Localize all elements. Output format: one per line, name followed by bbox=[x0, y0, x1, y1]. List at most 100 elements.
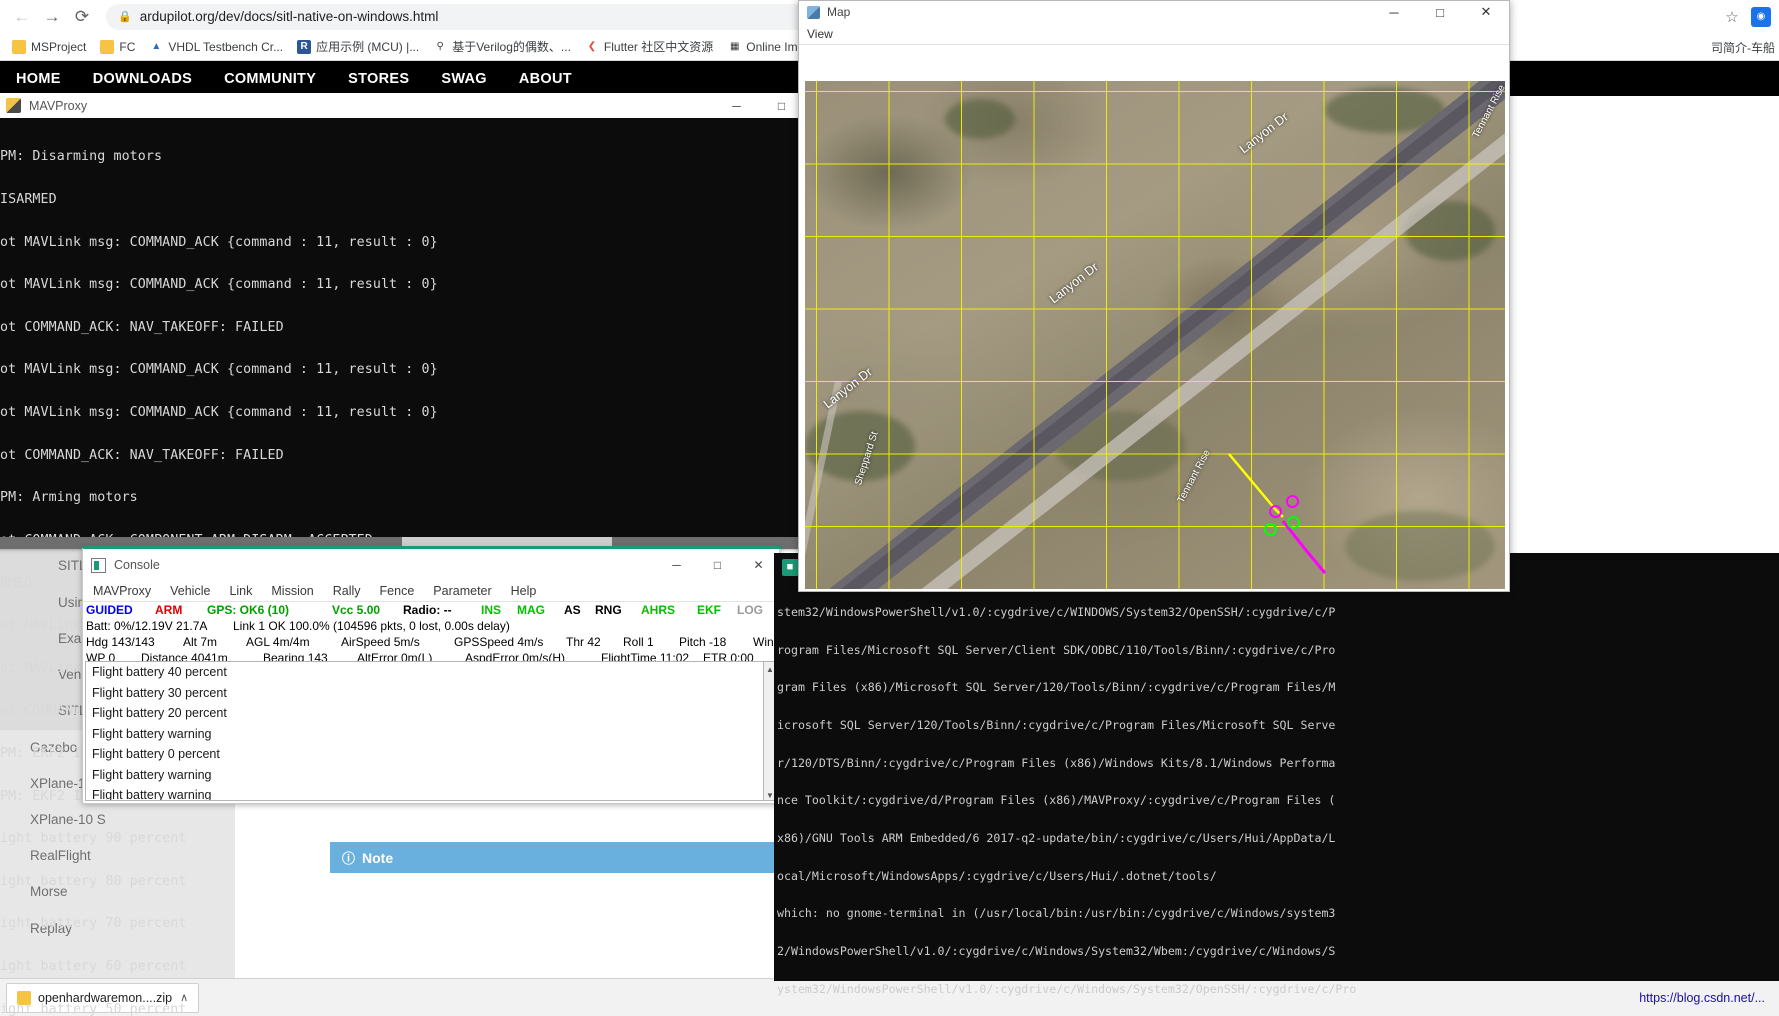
list-item: Flight battery 30 percent bbox=[92, 685, 227, 700]
menu-parameter[interactable]: Parameter bbox=[433, 584, 491, 598]
bookmark-overflow-label[interactable]: 司简介-车船 bbox=[1711, 33, 1779, 61]
terminal-line: r/120/DTS/Binn/:cygdrive/c/Program Files… bbox=[777, 755, 1336, 770]
reload-icon[interactable]: ⟳ bbox=[68, 3, 96, 31]
bookmark-item[interactable]: R 应用示例 (MCU) |... bbox=[291, 35, 425, 59]
console-status-row-1: GUIDED ARM GPS: OK6 (10) Vcc 5.00 Radio:… bbox=[83, 602, 891, 618]
status-mode: GUIDED bbox=[86, 603, 133, 617]
status-vcc: Vcc 5.00 bbox=[332, 603, 381, 617]
terminal-line: ight battery 60 percent bbox=[0, 958, 187, 974]
status-thr: Thr 42 bbox=[566, 635, 601, 649]
status-mag: MAG bbox=[517, 603, 545, 617]
menu-rally[interactable]: Rally bbox=[333, 584, 361, 598]
terminal-line: ocal/Microsoft/WindowsApps/:cygdrive/c/U… bbox=[777, 868, 1217, 883]
map-waypoint[interactable] bbox=[1286, 495, 1299, 508]
map-waypoint[interactable] bbox=[1264, 523, 1277, 536]
map-title-bar[interactable]: Map ─ □ ✕ bbox=[799, 1, 1509, 23]
bookmark-label: 基于Verilog的偶数、... bbox=[452, 40, 571, 54]
bookmark-label: FC bbox=[119, 39, 136, 54]
map-canvas[interactable]: Lanyon Dr Lanyon Dr Lanyon Dr Sheppard S… bbox=[805, 81, 1505, 589]
list-item: Flight battery 20 percent bbox=[92, 706, 227, 720]
menu-vehicle[interactable]: Vehicle bbox=[170, 584, 210, 598]
bookmark-item[interactable]: ▲ VHDL Testbench Cr... bbox=[143, 35, 289, 59]
map-menu-bar: View bbox=[799, 23, 1509, 45]
quill-icon: ⚲ bbox=[436, 41, 444, 52]
nav-community[interactable]: COMMUNITY bbox=[208, 71, 332, 87]
grid-icon: ▦ bbox=[730, 41, 739, 52]
nav-swag[interactable]: SWAG bbox=[425, 71, 503, 87]
menu-view[interactable]: View bbox=[807, 27, 833, 41]
mavproxy-terminal-window[interactable]: MAVProxy ─ □ PM: Disarming motors ISARME… bbox=[0, 93, 804, 1016]
list-item: Flight battery 40 percent bbox=[92, 665, 227, 679]
maximize-icon[interactable]: □ bbox=[1417, 1, 1463, 23]
menu-link[interactable]: Link bbox=[229, 584, 252, 598]
close-icon[interactable]: ✕ bbox=[738, 549, 779, 581]
terminal-line: ot COMMAND_ACK: NAV_TAKEOFF: FAILED bbox=[0, 319, 284, 335]
extension-icon[interactable]: ◉ bbox=[1751, 6, 1771, 27]
terminal-line: 2/WindowsPowerShell/v1.0/:cygdrive/c/Win… bbox=[777, 943, 1336, 958]
menu-mission[interactable]: Mission bbox=[271, 584, 313, 598]
terminal-line: ot MAVLink msg: COMMAND_ACK {command : 1… bbox=[0, 405, 438, 421]
nav-stores[interactable]: STORES bbox=[332, 71, 425, 87]
nav-home[interactable]: HOME bbox=[0, 71, 77, 87]
console-accent-bar bbox=[83, 546, 781, 549]
console-status-row-2: Batt: 0%/12.19V 21.7A Link 1 OK 100.0% (… bbox=[83, 618, 779, 634]
terminal-line: gram Files (x86)/Microsoft SQL Server/12… bbox=[777, 680, 1336, 695]
nav-about[interactable]: ABOUT bbox=[503, 71, 588, 87]
bookmark-label: MSProject bbox=[31, 39, 87, 54]
status-ahrs: AHRS bbox=[641, 603, 676, 617]
status-gps: GPS: OK6 (10) bbox=[207, 603, 290, 617]
r-square-icon: R bbox=[297, 39, 312, 54]
status-agl: AGL 4m/4m bbox=[246, 635, 310, 649]
map-icon bbox=[807, 5, 820, 19]
terminal-line: ot MAVLink msg: COMMAND_ACK {command : 1… bbox=[0, 277, 438, 293]
terminal-line: ot COMMAND_ACK: NAV_TAKEOFF: FAILED bbox=[0, 447, 284, 463]
bookmark-label: Flutter 社区中文资源 bbox=[603, 40, 714, 54]
status-as: AS bbox=[564, 603, 581, 617]
bookmark-item[interactable]: ⚲ 基于Verilog的偶数、... bbox=[427, 35, 577, 59]
menu-mavproxy[interactable]: MAVProxy bbox=[93, 584, 151, 598]
mavproxy-title-bar[interactable]: MAVProxy ─ □ bbox=[0, 93, 804, 118]
terminal-line: ISARMED bbox=[0, 192, 57, 208]
mavproxy-window-controls: ─ □ bbox=[714, 93, 804, 118]
mavproxy-console-window[interactable]: Console ─ □ ✕ MAVProxy Vehicle Link Miss… bbox=[82, 546, 891, 804]
bookmark-label: 应用示例 (MCU) |... bbox=[316, 40, 420, 54]
forward-icon[interactable]: → bbox=[38, 3, 66, 31]
terminal-line: ystem32/WindowsPowerShell/v1.0/:cygdrive… bbox=[777, 981, 1357, 996]
nav-downloads[interactable]: DOWNLOADS bbox=[77, 71, 208, 87]
minimize-icon[interactable]: ─ bbox=[656, 549, 697, 581]
minimize-icon[interactable]: ─ bbox=[714, 93, 759, 118]
terminal-line: x86)/GNU Tools ARM Embedded/6 2017-q2-up… bbox=[777, 830, 1336, 845]
terminal-line: ot MAVLink msg: COMMAND_ACK {command : 1… bbox=[0, 234, 438, 250]
terminal-line: ight battery 70 percent bbox=[0, 916, 187, 932]
cygwin-terminal-icon: ■ bbox=[781, 558, 799, 576]
menu-fence[interactable]: Fence bbox=[380, 584, 415, 598]
map-waypoint[interactable] bbox=[1287, 516, 1300, 529]
mavproxy-title: MAVProxy bbox=[29, 98, 88, 113]
back-icon[interactable]: ← bbox=[8, 3, 36, 31]
terminal-line: ight battery 80 percent bbox=[0, 873, 187, 889]
status-alt: Alt 7m bbox=[183, 635, 218, 649]
bookmark-star-icon[interactable]: ☆ bbox=[1719, 4, 1745, 30]
status-gpsspeed: GPSSpeed 4m/s bbox=[454, 635, 544, 649]
map-window[interactable]: Map ─ □ ✕ View Lanyon Dr Lanyon Dr Lanyo… bbox=[798, 0, 1510, 592]
status-batt: Batt: 0%/12.19V 21.7A bbox=[86, 619, 208, 633]
cygwin-output: stem32/WindowsPowerShell/v1.0/:cygdrive/… bbox=[774, 553, 1779, 1016]
minimize-icon[interactable]: ─ bbox=[1371, 1, 1417, 23]
track-magenta bbox=[1281, 520, 1327, 574]
cygwin-terminal-window[interactable]: ■ stem32/WindowsPowerShell/v1.0/:cygdriv… bbox=[774, 553, 1779, 995]
bookmark-item[interactable]: FC bbox=[94, 35, 141, 59]
console-message-list[interactable]: Flight battery 40 percent Flight battery… bbox=[85, 661, 765, 801]
bookmark-item[interactable]: MSProject bbox=[6, 35, 92, 59]
console-title-bar[interactable]: Console ─ □ ✕ bbox=[83, 549, 779, 581]
map-waypoint[interactable] bbox=[1269, 505, 1282, 518]
list-item: Flight battery warning bbox=[92, 726, 212, 741]
status-ekf: EKF bbox=[697, 603, 721, 617]
maximize-icon[interactable]: □ bbox=[697, 549, 738, 581]
status-link: Link 1 OK 100.0% (104596 pkts, 0 lost, 0… bbox=[233, 619, 510, 633]
menu-help[interactable]: Help bbox=[511, 584, 537, 598]
terminal-line: ight battery 90 percent bbox=[0, 831, 187, 847]
list-item: Flight battery warning bbox=[92, 767, 212, 782]
bookmark-item[interactable]: ❮ Flutter 社区中文资源 bbox=[579, 35, 719, 59]
lock-icon: 🔒 bbox=[118, 11, 132, 23]
close-icon[interactable]: ✕ bbox=[1463, 1, 1509, 23]
